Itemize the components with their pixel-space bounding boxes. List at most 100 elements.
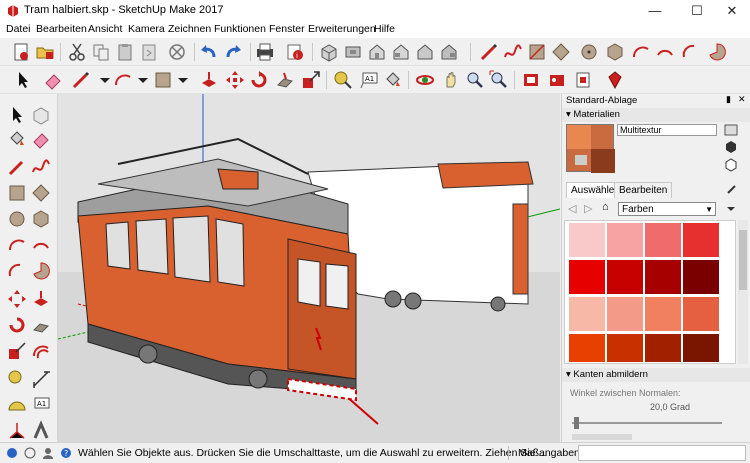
swatch-scrollbar[interactable] <box>738 220 748 364</box>
back-view-icon[interactable] <box>414 41 436 63</box>
zoom-icon[interactable] <box>464 69 486 91</box>
three-point-arc-icon[interactable] <box>680 41 702 63</box>
two-point-arc-icon[interactable] <box>30 234 52 256</box>
shape-dropdown-icon[interactable] <box>152 69 174 91</box>
open-icon[interactable] <box>34 41 56 63</box>
component-icon[interactable] <box>30 104 52 126</box>
top-view-icon[interactable] <box>342 41 364 63</box>
swatch[interactable] <box>569 223 605 257</box>
menu-ansicht[interactable]: Ansicht <box>88 23 122 35</box>
pencil-icon[interactable] <box>6 156 28 178</box>
measurements-input[interactable] <box>578 445 746 461</box>
tape-measure-icon[interactable] <box>6 368 28 390</box>
copy-icon[interactable] <box>90 41 112 63</box>
rotated-rectangle-icon[interactable] <box>30 182 52 204</box>
pie-icon[interactable] <box>706 41 728 63</box>
menu-funktionen[interactable]: Funktionen <box>214 23 266 35</box>
orbit-icon[interactable] <box>414 69 436 91</box>
push-pull-icon[interactable] <box>198 69 220 91</box>
swatch[interactable] <box>683 334 719 362</box>
tram-model-scene[interactable] <box>58 94 560 442</box>
swatch[interactable] <box>683 260 719 294</box>
close-button[interactable]: ✕ <box>712 0 750 22</box>
eraser-icon[interactable] <box>30 128 52 150</box>
left-view-icon[interactable] <box>438 41 460 63</box>
undo-icon[interactable] <box>198 41 220 63</box>
shape-menu-arrow-icon[interactable] <box>172 69 194 91</box>
rotate-icon[interactable] <box>6 314 28 336</box>
erase-icon[interactable] <box>166 41 188 63</box>
swatch[interactable] <box>645 334 681 362</box>
material-name-field[interactable]: Multitextur <box>617 124 717 136</box>
push-pull-icon[interactable] <box>30 288 52 310</box>
material-preview[interactable] <box>566 124 615 173</box>
rotated-rectangle-icon[interactable] <box>550 41 572 63</box>
swatch[interactable] <box>683 297 719 331</box>
axes-icon[interactable] <box>6 420 28 442</box>
polygon-icon[interactable] <box>604 41 626 63</box>
menu-datei[interactable]: Datei <box>6 23 31 35</box>
rectangle-icon[interactable] <box>6 182 28 204</box>
model-info-icon[interactable]: i <box>284 41 306 63</box>
arc-dropdown-icon[interactable] <box>112 69 134 91</box>
pie-icon[interactable] <box>30 260 52 282</box>
swatch[interactable] <box>645 223 681 257</box>
library-dropdown[interactable]: Farben ▼ <box>618 202 716 216</box>
freehand-icon[interactable] <box>30 156 52 178</box>
3d-warehouse-icon[interactable] <box>520 69 542 91</box>
text-icon[interactable]: A1 <box>30 394 52 416</box>
tape-measure-icon[interactable] <box>332 69 354 91</box>
text-icon[interactable]: A1 <box>358 69 380 91</box>
layout-icon[interactable] <box>572 69 594 91</box>
offset-icon[interactable] <box>30 340 52 362</box>
rectangle-icon[interactable] <box>526 41 548 63</box>
forward-arrow-icon[interactable]: ▷ <box>584 202 592 215</box>
ruby-icon[interactable] <box>604 69 626 91</box>
arc-icon[interactable] <box>630 41 652 63</box>
follow-me-icon[interactable] <box>274 69 296 91</box>
dimension-icon[interactable] <box>30 368 52 390</box>
geo-location-icon[interactable] <box>6 447 18 459</box>
rotate-icon[interactable] <box>248 69 270 91</box>
iso-view-icon[interactable] <box>318 41 340 63</box>
line-icon[interactable] <box>70 69 92 91</box>
tray-close-icon[interactable]: ✕ <box>738 94 746 105</box>
freehand-icon[interactable] <box>502 41 524 63</box>
menu-erweiterungen[interactable]: Erweiterungen <box>308 23 376 35</box>
select-icon[interactable] <box>12 69 34 91</box>
front-view-icon[interactable] <box>366 41 388 63</box>
protractor-icon[interactable] <box>6 394 28 416</box>
sample-paint-icon[interactable] <box>725 182 739 196</box>
move-icon[interactable] <box>224 69 246 91</box>
maximize-button[interactable]: ☐ <box>677 0 717 22</box>
help-icon[interactable]: ? <box>60 447 72 459</box>
print-icon[interactable] <box>254 41 276 63</box>
swatch[interactable] <box>569 334 605 362</box>
swatch[interactable] <box>683 223 719 257</box>
materials-header[interactable]: ▾ Materialien <box>562 108 750 122</box>
swatch[interactable] <box>569 260 605 294</box>
menu-zeichnen[interactable]: Zeichnen <box>168 23 211 35</box>
right-view-icon[interactable] <box>390 41 412 63</box>
swatch[interactable] <box>607 260 643 294</box>
swatch[interactable] <box>569 297 605 331</box>
menu-hilfe[interactable]: Hilfe <box>374 23 395 35</box>
scale-icon[interactable] <box>6 340 28 362</box>
menu-bearbeiten[interactable]: Bearbeiten <box>36 23 87 35</box>
extension-warehouse-icon[interactable] <box>546 69 568 91</box>
follow-me-icon[interactable] <box>30 314 52 336</box>
3d-text-icon[interactable] <box>30 420 52 442</box>
select-icon[interactable] <box>6 104 28 126</box>
back-arrow-icon[interactable]: ◁ <box>568 202 576 215</box>
material-display-toggle-icon[interactable] <box>724 124 738 136</box>
swatch[interactable] <box>607 223 643 257</box>
paint-bucket-icon[interactable] <box>6 128 28 150</box>
minimize-button[interactable]: — <box>635 0 675 22</box>
swatch[interactable] <box>645 297 681 331</box>
swatch[interactable] <box>607 334 643 362</box>
default-material-icon[interactable] <box>724 158 738 172</box>
create-material-icon[interactable] <box>724 140 738 154</box>
paste-in-place-icon[interactable] <box>138 41 160 63</box>
pencil-icon[interactable] <box>478 41 500 63</box>
circle-icon[interactable] <box>578 41 600 63</box>
